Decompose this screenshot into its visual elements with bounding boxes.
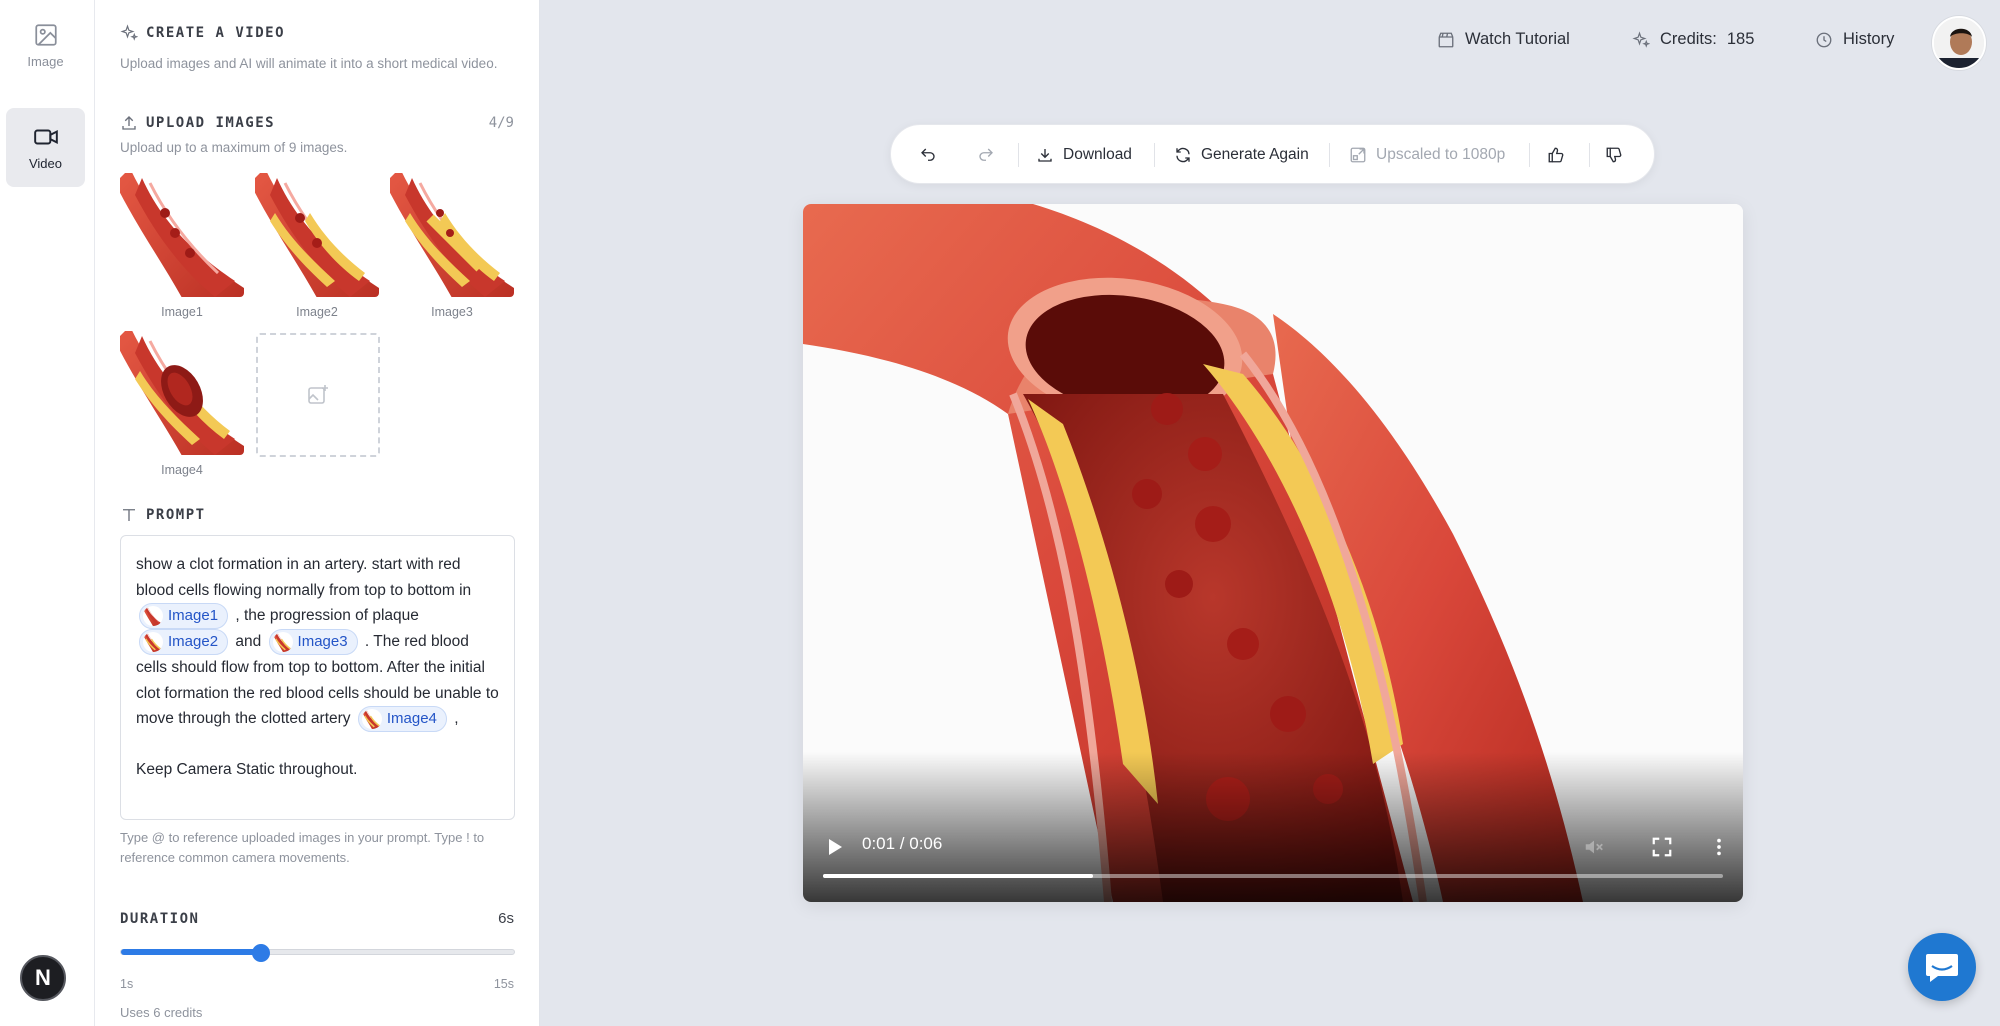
- thumbs-down-button[interactable]: [1605, 125, 1623, 185]
- toolbar-divider: [1529, 143, 1530, 167]
- duration-heading: DURATION: [120, 911, 200, 927]
- volume-icon[interactable]: [1583, 836, 1605, 858]
- add-image-icon: [308, 385, 328, 404]
- create-video-subtitle: Upload images and AI will animate it int…: [120, 56, 498, 71]
- image-reference-chip[interactable]: Image3: [268, 629, 358, 655]
- upload-subtitle: Upload up to a maximum of 9 images.: [120, 140, 348, 155]
- video-controls-gradient: [803, 752, 1743, 902]
- prompt-hint: Type @ to reference uploaded images in y…: [120, 830, 485, 865]
- video-player[interactable]: 0:01 / 0:06: [803, 204, 1743, 902]
- duration-min-label: 1s: [120, 977, 134, 991]
- credits-value: 185: [1726, 30, 1755, 48]
- uploaded-image-4[interactable]: [120, 331, 244, 455]
- chip-thumbnail: [273, 632, 293, 652]
- upscale-icon: [1350, 147, 1366, 163]
- user-avatar[interactable]: [1932, 16, 1986, 70]
- credits-note: Uses 6 credits: [120, 1005, 203, 1020]
- clapperboard-icon: [1438, 32, 1454, 47]
- download-button[interactable]: Download: [1036, 125, 1132, 185]
- undo-icon: [921, 148, 935, 161]
- upload-images-heading: UPLOAD IMAGES: [120, 114, 275, 132]
- video-progress-bar[interactable]: [823, 874, 1723, 878]
- thumbs-up-button[interactable]: [1547, 125, 1565, 185]
- duration-value: 6s: [498, 910, 514, 927]
- uploaded-image-1[interactable]: [120, 173, 244, 297]
- uploaded-image-3[interactable]: [390, 173, 514, 297]
- prompt-text: , the progression of plaque: [235, 607, 419, 625]
- sparkles-icon: [120, 24, 138, 41]
- upscale-button[interactable]: Upscaled to 1080p: [1349, 125, 1505, 185]
- rail-item-label: Image: [27, 54, 64, 69]
- generate-again-button[interactable]: Generate Again: [1174, 125, 1309, 185]
- app-logo[interactable]: N: [20, 955, 66, 1001]
- image-label: Image1: [161, 305, 203, 319]
- rail-item-video[interactable]: Video: [6, 108, 85, 187]
- prompt-input[interactable]: show a clot formation in an artery. star…: [120, 535, 515, 820]
- rail-item-image[interactable]: Image: [6, 6, 85, 85]
- redo-icon: [979, 148, 993, 161]
- duration-slider-fill: [121, 949, 262, 955]
- image-label: Image2: [296, 305, 338, 319]
- history-button[interactable]: History: [1815, 30, 1894, 49]
- redo-button[interactable]: [977, 125, 995, 185]
- artery-thumbnail: [120, 173, 244, 297]
- sparkles-icon: [1632, 30, 1650, 48]
- create-panel: CREATE A VIDEO Upload images and AI will…: [95, 0, 540, 1026]
- credits-indicator[interactable]: Credits: 185: [1632, 30, 1754, 49]
- image-label: Image4: [161, 463, 203, 477]
- artery-thumbnail: [390, 173, 514, 297]
- watch-tutorial-button[interactable]: Watch Tutorial: [1437, 30, 1570, 49]
- video-time: 0:01 / 0:06: [862, 834, 943, 853]
- avatar-image: [1934, 18, 1984, 68]
- duration-max-label: 15s: [493, 977, 514, 991]
- refresh-icon: [1176, 147, 1190, 163]
- duration-slider-handle[interactable]: [252, 944, 271, 962]
- prompt-text: ,: [454, 710, 459, 728]
- fullscreen-icon[interactable]: [1651, 836, 1673, 858]
- toolbar-divider: [1329, 143, 1330, 167]
- image-icon: [34, 24, 57, 46]
- prompt-text: Keep Camera Static throughout.: [136, 761, 358, 778]
- video-toolbar: Download Generate Again Upscaled to 1080…: [890, 124, 1655, 184]
- thumbs-up-icon: [1548, 147, 1564, 163]
- download-icon: [1038, 149, 1052, 162]
- toolbar-divider: [1154, 143, 1155, 167]
- chip-thumbnail: [143, 632, 163, 652]
- chip-thumbnail: [362, 709, 382, 729]
- add-image-button[interactable]: [256, 333, 380, 457]
- chip-thumbnail: [143, 606, 163, 626]
- rail-item-label: Video: [28, 156, 62, 171]
- toolbar-divider: [1589, 143, 1590, 167]
- play-icon[interactable]: [827, 838, 843, 856]
- prompt-text: show a clot formation in an artery. star…: [136, 556, 472, 599]
- artery-thumbnail: [120, 331, 244, 455]
- chat-button[interactable]: [1908, 933, 1976, 1001]
- thumbs-down-icon: [1606, 147, 1622, 163]
- toolbar-divider: [1018, 143, 1019, 167]
- image-reference-chip[interactable]: Image4: [357, 706, 447, 732]
- duration-slider[interactable]: [120, 944, 515, 962]
- upload-icon: [122, 116, 136, 130]
- uploaded-image-2[interactable]: [255, 173, 379, 297]
- upload-counter: 4/9: [488, 115, 514, 131]
- image-reference-chip[interactable]: Image1: [139, 603, 229, 629]
- artery-thumbnail: [255, 173, 379, 297]
- image-reference-chip[interactable]: Image2: [139, 629, 229, 655]
- chat-icon: [1926, 954, 1958, 982]
- prompt-heading: PROMPT: [120, 506, 206, 524]
- clock-icon: [1816, 32, 1832, 47]
- video-camera-icon: [33, 129, 58, 145]
- undo-button[interactable]: [919, 125, 937, 185]
- more-options-icon[interactable]: [1708, 836, 1730, 858]
- create-video-heading: CREATE A VIDEO: [120, 24, 285, 42]
- prompt-text: and: [235, 633, 262, 651]
- left-rail: Image Video N: [0, 0, 95, 1026]
- credits-label: Credits:: [1660, 30, 1717, 48]
- text-icon: [123, 509, 135, 521]
- image-label: Image3: [431, 305, 473, 319]
- video-progress-fill: [823, 874, 1093, 878]
